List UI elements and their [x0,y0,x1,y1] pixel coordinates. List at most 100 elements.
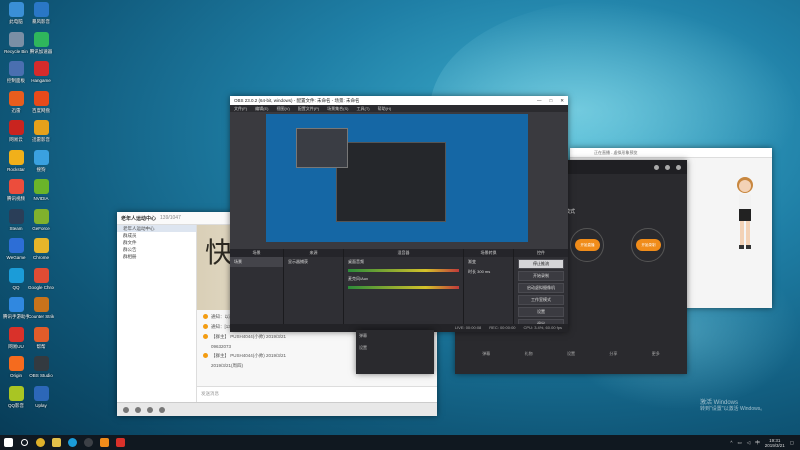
bell-icon[interactable] [665,164,670,170]
app-icon [8,297,24,312]
sidebar-item[interactable]: 群成员 [117,232,196,239]
record-mode-circle[interactable]: 开始录制 [631,228,665,262]
ime-indicator[interactable]: 中 [755,440,760,446]
desktop-icon[interactable]: Google Chrome [28,267,54,290]
strip-item[interactable]: 弹幕 [356,330,434,342]
obs-titlebar[interactable]: OBS 23.0.2 (64-bit, windows) - 配置文件: 未命名… [230,96,568,105]
desktop-icon[interactable]: 腾讯视频 [3,179,29,201]
share-icon[interactable] [676,164,681,170]
desktop-icon[interactable]: Recycle Bin [3,31,29,54]
taskbar-app[interactable] [48,435,64,450]
menu-edit[interactable]: 编辑(E) [255,105,268,112]
desktop-icon[interactable]: 搜狗 [28,149,54,172]
chat-toolbar [117,402,437,416]
desktop-icon[interactable]: Counter Strike [28,297,54,319]
sidebar-item[interactable]: 老年人运动中心 [117,225,196,232]
desktop-icon[interactable]: 网易UU [3,326,29,349]
desktop-icon[interactable]: 百度网盘 [28,90,54,113]
menu-help[interactable]: 帮助(H) [378,105,392,112]
duration-field[interactable]: 时长 300 ms [464,267,513,277]
desktop-icon[interactable]: GeForce [28,208,54,231]
network-icon[interactable]: ▭ [737,440,741,446]
search-button[interactable] [16,435,32,450]
start-live-button[interactable]: 开始直播 [575,239,600,251]
settings-button[interactable]: 设置 [567,351,575,357]
obs-window[interactable]: OBS 23.0.2 (64-bit, windows) - 配置文件: 未命名… [230,96,568,332]
stop-streaming-button[interactable]: 停止推流 [518,259,564,269]
menu-view[interactable]: 视图(V) [276,105,289,112]
scene-item[interactable]: 场景 [230,257,283,267]
maximize-icon[interactable]: □ [550,96,553,105]
minimize-icon[interactable]: — [537,96,542,105]
danmaku-button[interactable]: 弹幕 [482,351,490,357]
start-recording-button[interactable]: 开始录制 [518,271,564,281]
obs-preview-canvas[interactable] [266,114,528,242]
volume-meter[interactable] [348,269,459,272]
qq-icon [67,438,77,447]
desktop-icon[interactable]: 迅雷影音 [28,120,54,142]
start-record-button[interactable]: 开始录制 [636,239,661,251]
menu-tools[interactable]: 工具(T) [356,105,369,112]
sidebar-item[interactable]: 群相册 [117,253,196,260]
sidebar-item[interactable]: 群文件 [117,239,196,246]
desktop-icon[interactable]: Origin [3,356,29,378]
settings-button[interactable]: 设置 [518,307,564,317]
taskbar-app[interactable] [64,435,80,450]
taskbar: ^ ▭ ◁ 中 19:31 2019/3/21 ▢ [0,435,800,450]
app-icon [8,326,24,342]
studio-mode-button[interactable]: 工作室模式 [518,295,564,305]
avatar-figure [737,177,753,249]
mixer-track: 桌面音频 [348,259,364,264]
desktop-icon[interactable]: 迅雷 [3,90,29,113]
transition-select[interactable]: 渐变 [464,257,513,267]
desktop-icon[interactable]: NVIDIA [28,179,54,201]
desktop-icon[interactable]: 网易云 [3,120,29,142]
desktop-icon[interactable]: Hangame [28,61,54,83]
volume-icon[interactable]: ◁ [747,440,750,446]
taskbar-app[interactable] [32,435,48,450]
desktop-icon[interactable]: QQ影音 [3,385,29,408]
live-time: LIVE: 00:00:08 [454,325,482,330]
share-button[interactable]: 分享 [609,351,617,357]
desktop-icon[interactable]: QQ [3,267,29,290]
taskbar-app[interactable] [112,435,128,450]
desktop-icon[interactable]: Uplay [28,385,54,408]
more-button[interactable]: 更多 [652,351,660,357]
desktop-icon-label: 暴风影音 [32,19,50,24]
desktop-icon[interactable]: 控制面板 [3,61,29,83]
volume-meter[interactable] [348,286,459,289]
menu-scene-collection[interactable]: 场景集合(S) [327,105,348,112]
desktop-icon[interactable]: 腾讯加速器 [28,31,54,54]
message-input[interactable]: 发送消息 [197,386,437,402]
live-mode-circle[interactable]: 开始直播 [570,228,604,262]
close-icon[interactable]: ✕ [560,96,564,105]
chevron-up-icon[interactable]: ^ [730,440,732,445]
menu-profile[interactable]: 配置文件(P) [298,105,319,112]
settings-icon[interactable] [654,164,659,170]
desktop-icon[interactable]: 此电脑 [3,2,29,24]
start-button[interactable] [0,435,16,450]
screenshot-icon[interactable] [159,406,165,413]
desktop-icon[interactable]: 腾讯手游助手 [3,297,29,319]
desktop-icon[interactable]: WeGame [3,238,29,260]
gift-button[interactable]: 礼物 [525,351,533,357]
menu-file[interactable]: 文件(F) [234,105,247,112]
clock[interactable]: 19:31 2019/3/21 [765,438,785,448]
emoji-icon[interactable] [123,406,129,413]
clock-date: 2019/3/21 [764,442,785,448]
virtual-camera-button[interactable]: 启动虚拟摄像机 [518,283,564,293]
image-icon[interactable] [135,406,141,413]
file-icon[interactable] [147,406,153,413]
desktop-icon[interactable]: 帮帮 [28,326,54,349]
desktop-icon[interactable]: Rockstar [3,149,29,172]
notification-icon[interactable]: ▢ [790,440,794,446]
desktop-icon[interactable]: Chrome [28,238,54,260]
desktop-icon[interactable]: 暴风影音 [28,2,54,24]
taskbar-app[interactable] [80,435,96,450]
taskbar-app[interactable] [96,435,112,450]
desktop-icon[interactable]: OBS Studio [28,356,54,378]
desktop-icon[interactable]: Steam [3,208,29,231]
source-item[interactable]: 显示器捕获 [284,257,343,267]
strip-item[interactable]: 设置 [356,342,434,354]
sidebar-item[interactable]: 群公告 [117,246,196,253]
